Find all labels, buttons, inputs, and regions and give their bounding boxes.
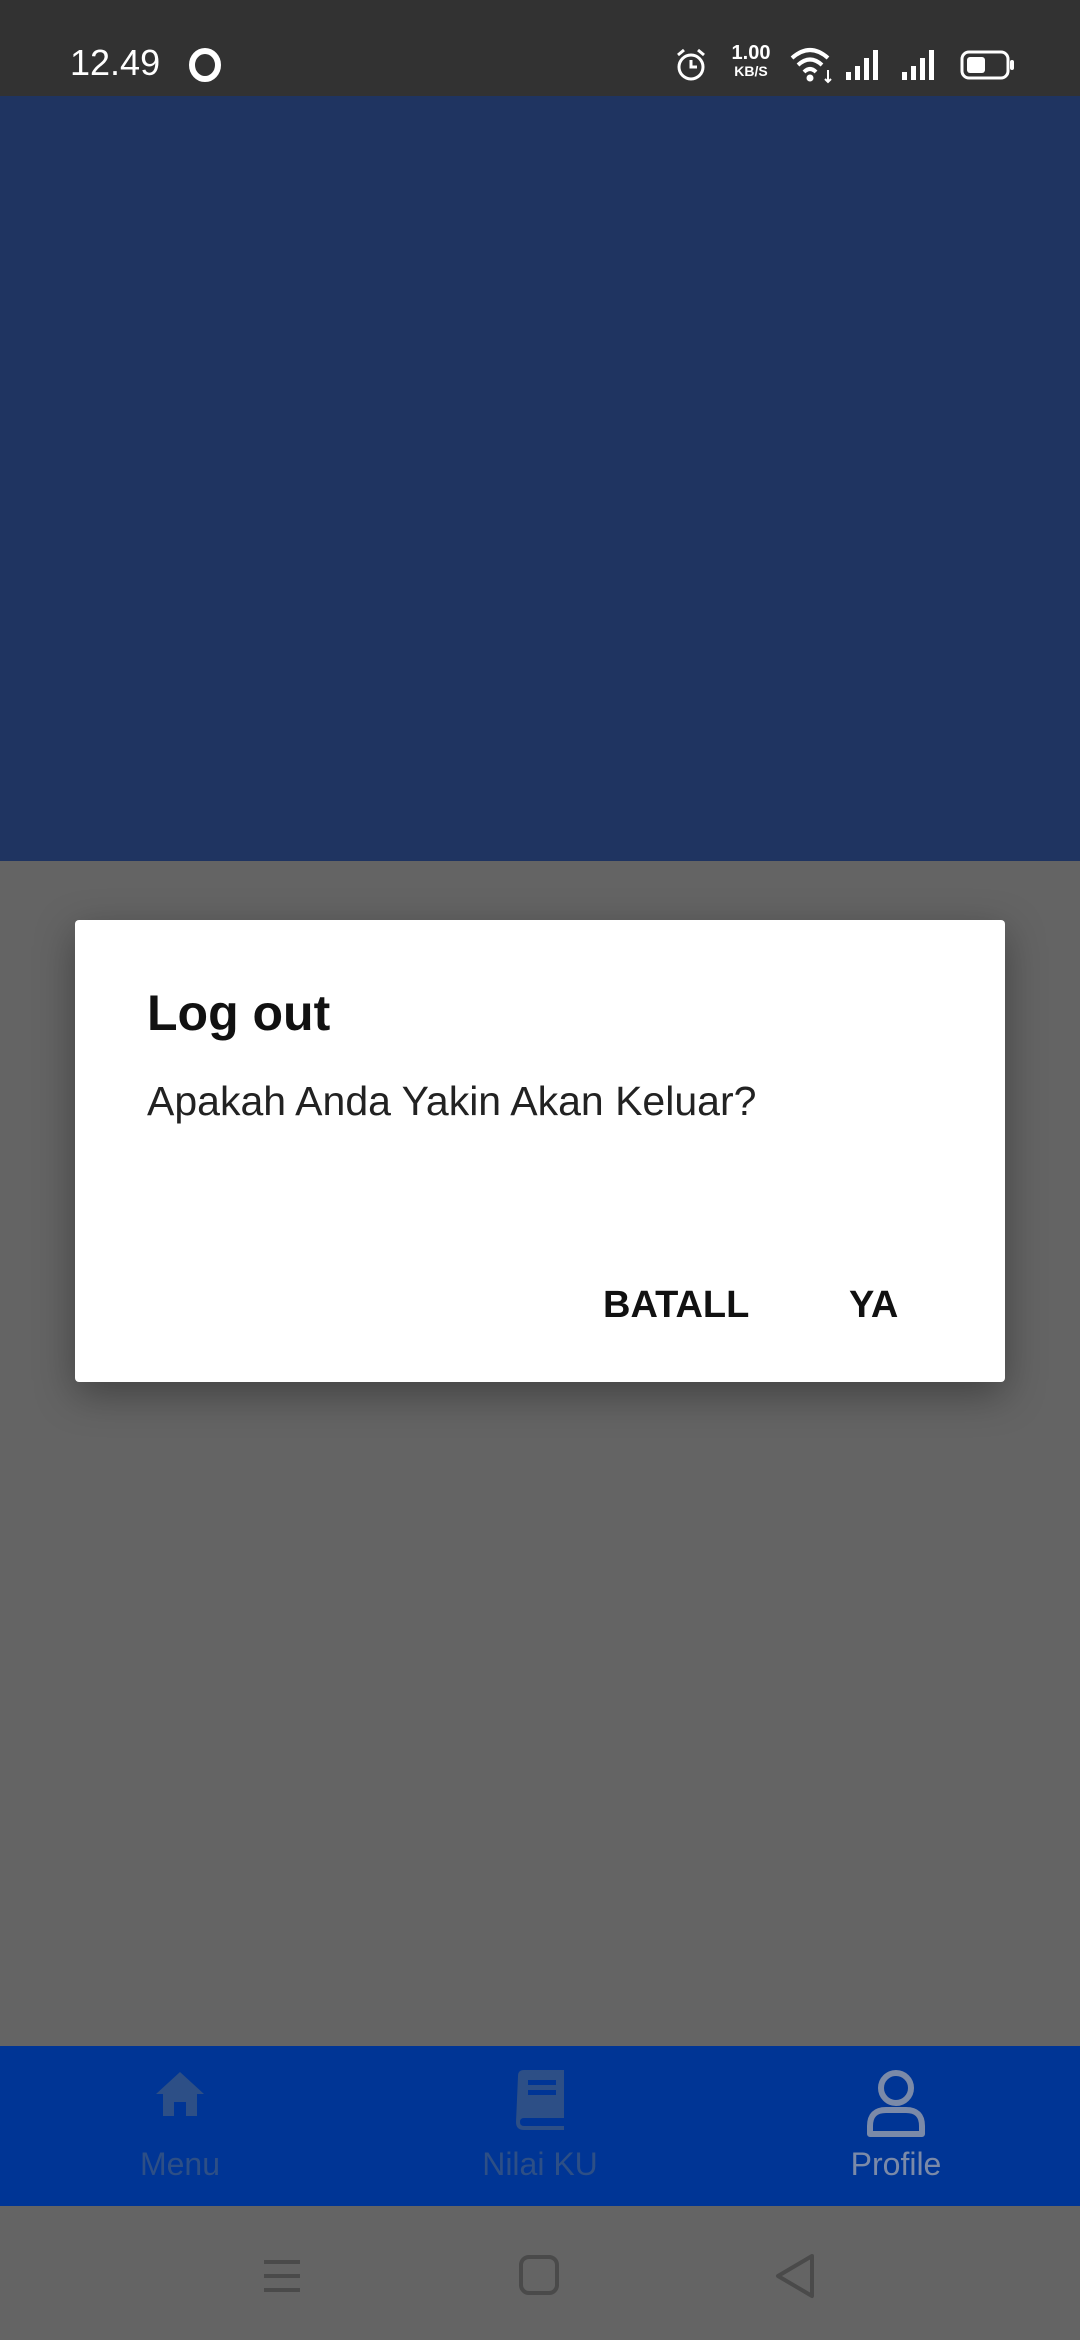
logout-dialog: Log out Apakah Anda Yakin Akan Keluar? B…: [75, 920, 1005, 1382]
dialog-message: Apakah Anda Yakin Akan Keluar?: [147, 1078, 757, 1124]
system-navigation-bar: [0, 2206, 1080, 2340]
nav-item-menu[interactable]: Menu: [30, 2046, 330, 2206]
nav-item-profile[interactable]: Profile: [746, 2046, 1046, 2206]
recent-apps-icon[interactable]: [252, 2246, 312, 2306]
network-speed: 1.00 KB/S: [724, 42, 778, 80]
wifi-icon: [790, 48, 832, 84]
bottom-navigation: Menu Nilai KU Profile: [0, 2046, 1080, 2206]
nav-item-nilai-ku[interactable]: Nilai KU: [390, 2046, 690, 2206]
cancel-button[interactable]: BATALL: [583, 1270, 769, 1340]
nav-label-nilai-ku: Nilai KU: [482, 2146, 598, 2182]
opera-icon: [189, 48, 221, 82]
status-icons: 1.00 KB/S: [660, 0, 1080, 96]
back-icon[interactable]: [766, 2246, 826, 2306]
home-button-icon[interactable]: [510, 2246, 570, 2306]
app-header: [0, 96, 1080, 861]
status-bar: 12.49 1.00 KB/S: [0, 0, 1080, 96]
network-speed-value: 1.00: [731, 42, 771, 64]
book-icon: [516, 2070, 564, 2130]
dialog-title: Log out: [147, 985, 331, 1041]
nav-label-profile: Profile: [850, 2146, 942, 2182]
battery-icon: [960, 50, 1014, 80]
signal-icon: [846, 50, 878, 80]
network-speed-unit: KB/S: [734, 63, 768, 79]
signal-icon: [902, 50, 934, 80]
status-time: 12.49: [70, 42, 161, 83]
home-icon: [156, 2072, 204, 2116]
confirm-button[interactable]: YA: [829, 1270, 918, 1340]
alarm-icon: [677, 48, 705, 81]
nav-label-menu: Menu: [139, 2146, 221, 2182]
person-icon: [867, 2070, 925, 2137]
